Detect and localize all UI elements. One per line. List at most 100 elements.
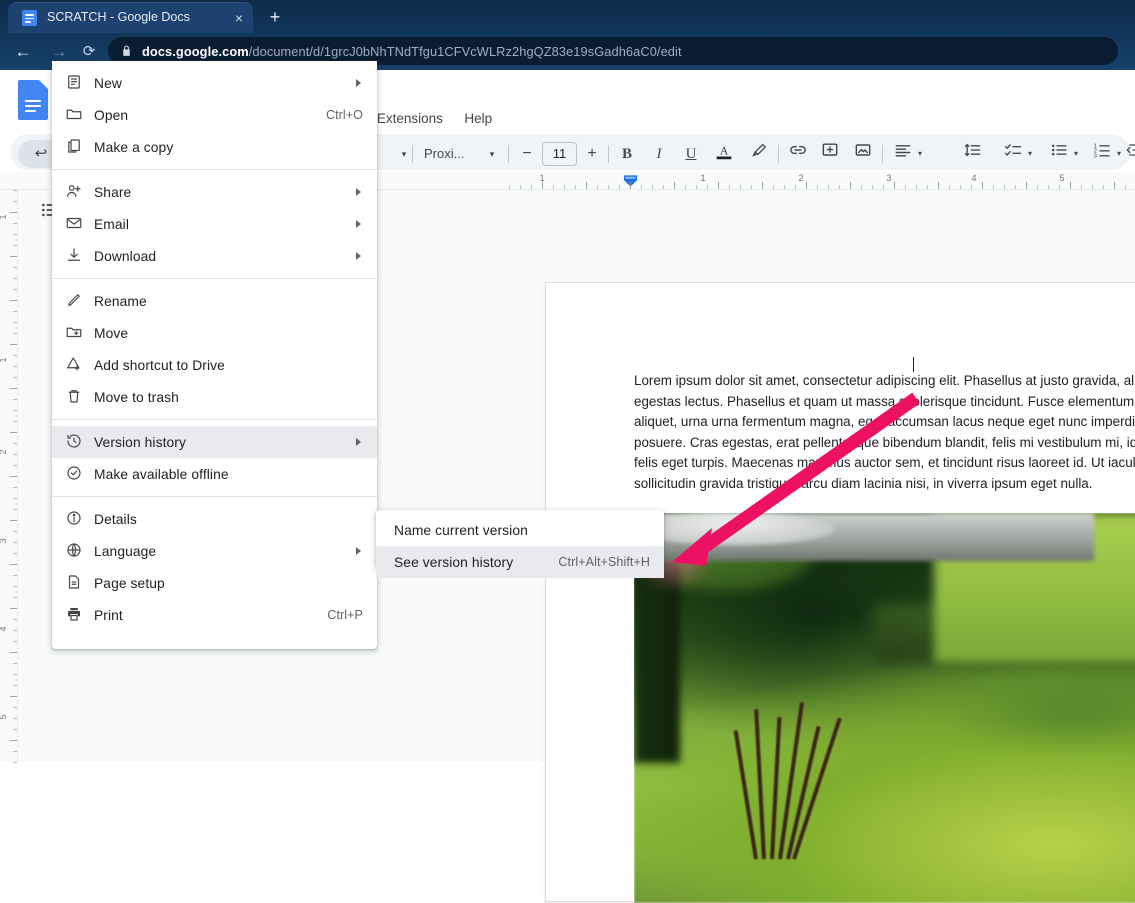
new-doc-icon xyxy=(65,73,85,93)
menu-item-rename[interactable]: Rename xyxy=(52,285,377,317)
menu-item-label: Print xyxy=(94,607,123,623)
ruler-tick xyxy=(630,182,631,189)
ruler-tick xyxy=(13,542,17,543)
font-family-caret-icon[interactable]: ▾ xyxy=(482,140,502,168)
menu-item-download[interactable]: Download xyxy=(52,240,377,272)
submenu-item-name-current-version[interactable]: Name current version xyxy=(376,514,664,546)
insert-image-button[interactable] xyxy=(851,140,875,168)
bulleted-list-button[interactable] xyxy=(1047,140,1071,168)
menu-item-label: Details xyxy=(94,511,137,527)
text-cursor xyxy=(913,357,915,372)
bold-button[interactable]: B xyxy=(614,140,640,168)
menu-help[interactable]: Help xyxy=(456,108,500,130)
menu-item-email[interactable]: Email xyxy=(52,208,377,240)
ruler-tick xyxy=(784,185,785,189)
line-spacing-icon xyxy=(964,143,981,157)
menu-item-details[interactable]: Details xyxy=(52,503,377,535)
menu-item-add-shortcut-to-drive[interactable]: Add shortcut to Drive xyxy=(52,349,377,381)
checklist-caret-icon[interactable]: ▾ xyxy=(1023,140,1037,168)
bulleted-list-caret-icon[interactable]: ▾ xyxy=(1069,140,1083,168)
ruler-number: 2 xyxy=(0,446,12,458)
google-docs-logo-icon[interactable] xyxy=(18,80,48,120)
menu-item-label: Move xyxy=(94,325,129,341)
ruler-tick xyxy=(762,182,763,189)
file-menu-dropdown[interactable]: New Open Ctrl+O Make a copy Share Email … xyxy=(52,61,377,649)
menu-item-label: Add shortcut to Drive xyxy=(94,357,225,373)
align-button[interactable] xyxy=(891,140,915,168)
ruler-tick xyxy=(13,531,17,532)
menu-extensions[interactable]: Extensions xyxy=(369,108,451,130)
pencil-icon xyxy=(65,291,85,311)
ruler-number: 4 xyxy=(0,623,12,635)
submenu-arrow-icon xyxy=(356,188,361,196)
vertical-ruler[interactable]: 1 1 2 3 4 5 xyxy=(0,190,18,763)
menu-item-move-to-trash[interactable]: Move to trash xyxy=(52,381,377,413)
browser-chrome: SCRATCH - Google Docs × + ← → ⟳ docs.goo… xyxy=(0,0,1135,70)
ruler-tick xyxy=(1059,185,1060,189)
back-arrow-icon[interactable]: ← xyxy=(10,39,36,65)
document-image[interactable] xyxy=(634,513,1135,903)
ruler-tick xyxy=(509,185,510,189)
lock-icon xyxy=(120,44,133,58)
info-icon xyxy=(65,509,85,529)
decrease-indent-button[interactable] xyxy=(1122,140,1135,168)
ruler-tick xyxy=(883,185,884,189)
font-size-input[interactable]: 11 xyxy=(542,142,577,166)
submenu-item-shortcut: Ctrl+Alt+Shift+H xyxy=(558,555,650,569)
ruler-tick xyxy=(740,185,741,189)
increase-font-size-button[interactable]: + xyxy=(581,140,603,168)
numbered-list-button[interactable]: 1 2 3 xyxy=(1090,140,1114,168)
submenu-item-see-version-history[interactable]: See version history Ctrl+Alt+Shift+H xyxy=(376,546,664,578)
line-spacing-button[interactable] xyxy=(961,140,985,168)
menu-item-label: Make a copy xyxy=(94,139,174,155)
image-icon xyxy=(855,144,871,156)
ruler-tick xyxy=(597,185,598,189)
decrease-font-size-button[interactable]: − xyxy=(516,140,538,168)
ruler-tick xyxy=(553,185,554,189)
align-caret-icon[interactable]: ▾ xyxy=(913,140,927,168)
ruler-number: 5 xyxy=(1059,173,1065,183)
menu-item-make-available-offline[interactable]: Make available offline xyxy=(52,458,377,490)
close-tab-icon[interactable]: × xyxy=(230,9,248,27)
highlight-color-button[interactable] xyxy=(746,140,772,168)
ruler-tick xyxy=(10,696,17,697)
insert-link-button[interactable] xyxy=(786,140,810,168)
menu-item-language[interactable]: Language xyxy=(52,535,377,567)
checklist-button[interactable] xyxy=(1001,140,1025,168)
copy-icon xyxy=(65,137,85,157)
ruler-number: 5 xyxy=(0,711,12,723)
url-domain: docs.google.com xyxy=(142,44,249,59)
ruler-tick xyxy=(1037,185,1038,189)
menu-item-print[interactable]: Print Ctrl+P xyxy=(52,599,377,631)
menu-item-make-a-copy[interactable]: Make a copy xyxy=(52,131,377,163)
add-comment-button[interactable] xyxy=(818,140,842,168)
underline-button[interactable]: U xyxy=(678,140,704,168)
new-tab-button[interactable]: + xyxy=(262,6,288,30)
menu-item-new[interactable]: New xyxy=(52,67,377,99)
ruler-tick xyxy=(685,185,686,189)
ruler-tick xyxy=(13,663,17,664)
ruler-tick xyxy=(13,751,17,752)
browser-tab[interactable]: SCRATCH - Google Docs × xyxy=(8,2,253,33)
url-text: docs.google.com/document/d/1grcJ0bNhTNdT… xyxy=(142,42,682,62)
drive-shortcut-icon xyxy=(65,355,85,375)
menu-item-share[interactable]: Share xyxy=(52,176,377,208)
document-page[interactable]: Lorem ipsum dolor sit amet, consectetur … xyxy=(545,282,1135,903)
ruler-tick xyxy=(13,762,17,763)
ruler-tick xyxy=(13,190,17,191)
ruler-tick xyxy=(520,185,521,189)
more-options-caret-icon[interactable]: ▾ xyxy=(390,140,418,168)
menu-item-page-setup[interactable]: Page setup xyxy=(52,567,377,599)
version-history-submenu[interactable]: Name current version See version history… xyxy=(376,510,664,578)
ruler-tick xyxy=(608,185,609,189)
ruler-tick xyxy=(13,366,17,367)
svg-text:3: 3 xyxy=(1094,154,1097,160)
move-folder-icon xyxy=(65,323,85,343)
menu-item-open[interactable]: Open Ctrl+O xyxy=(52,99,377,131)
italic-button[interactable]: I xyxy=(646,140,672,168)
menu-item-move[interactable]: Move xyxy=(52,317,377,349)
text-color-button[interactable]: A xyxy=(711,140,737,168)
menu-item-label: New xyxy=(94,75,122,91)
document-paragraph[interactable]: Lorem ipsum dolor sit amet, consectetur … xyxy=(634,371,1135,495)
menu-item-version-history[interactable]: Version history xyxy=(52,426,377,458)
